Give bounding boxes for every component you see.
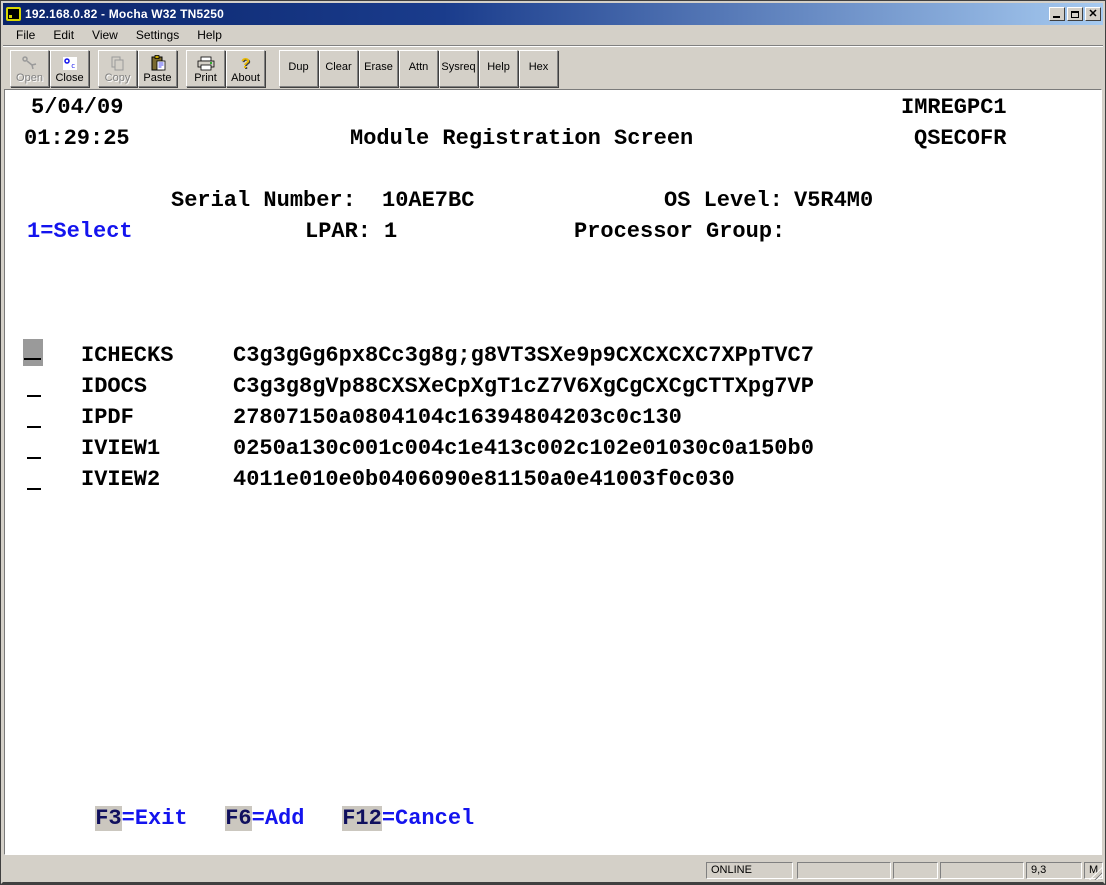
window-title: 192.168.0.82 - Mocha W32 TN5250 [25,7,1045,21]
print-icon [197,55,215,72]
option-field-underscore [24,358,41,360]
toolbar: Open c Close Copy Paste [3,47,1103,89]
option-field[interactable] [27,426,41,428]
os-level-value: V5R4M0 [794,185,873,216]
screen-title: Module Registration Screen [350,123,693,154]
paste-button[interactable]: Paste [138,50,177,87]
help-button[interactable]: Help [479,50,518,87]
option-field[interactable] [27,457,41,459]
program-name: IMREGPC1 [901,92,1007,123]
option-legend: 1=Select [27,216,133,247]
status-cursor-position: 9,3 [1026,862,1082,879]
attn-button[interactable]: Attn [399,50,438,87]
copy-icon [110,55,126,72]
clear-button[interactable]: Clear [319,50,358,87]
status-bar: ONLINE 9,3 M [3,861,1103,881]
about-icon: ? [241,55,250,72]
hex-button[interactable]: Hex [519,50,558,87]
minimize-icon [1053,16,1060,18]
maximize-icon [1071,11,1079,18]
module-registration-key: 27807150a0804104c16394804203c0c130 [233,402,682,433]
lpar-value: 1 [384,216,397,247]
terminal-screen[interactable]: 5/04/09 IMREGPC1 01:29:25 Module Registr… [4,89,1102,855]
menu-bar: File Edit View Settings Help [3,25,1103,45]
processor-group-label: Processor Group: [574,216,785,247]
module-name: IDOCS [81,371,147,402]
menu-view[interactable]: View [84,26,126,45]
copy-button: Copy [98,50,137,87]
close-icon: ✕ [1088,9,1097,19]
module-registration-key: 0250a130c001c004c1e413c002c102e01030c0a1… [233,433,814,464]
app-icon [6,7,21,21]
dup-button[interactable]: Dup [279,50,318,87]
serial-number-label: Serial Number: [171,185,356,216]
close-button[interactable]: ✕ [1085,7,1101,21]
os-level-label: OS Level: [664,185,783,216]
svg-text:c: c [71,62,75,70]
minimize-button[interactable] [1049,7,1065,21]
title-bar[interactable]: 192.168.0.82 - Mocha W32 TN5250 ✕ [3,3,1103,25]
maximize-button[interactable] [1067,7,1083,21]
module-name: IPDF [81,402,134,433]
menu-help[interactable]: Help [189,26,230,45]
module-registration-key: C3g3g8gVp88CXSXeCpXgT1cZ7V6XgCgCXCgCTTXp… [233,371,814,402]
paste-icon [150,55,166,72]
erase-button[interactable]: Erase [359,50,398,87]
option-field[interactable] [27,488,41,490]
module-registration-key: 4011e010e0b0406090e81150a0e41003f0c030 [233,464,735,495]
open-icon [21,55,39,72]
sysreq-button[interactable]: Sysreq [439,50,478,87]
status-connection: ONLINE [706,862,793,879]
module-name: ICHECKS [81,340,173,371]
menu-settings[interactable]: Settings [128,26,187,45]
serial-number-value: 10AE7BC [382,185,474,216]
module-registration-key: C3g3gGg6px8Cc3g8g;g8VT3SXe9p9CXCXCXC7XPp… [233,340,814,371]
open-button: Open [10,50,49,87]
close-session-icon: c [62,55,78,72]
fkey-f12-action: =Cancel [382,806,474,831]
status-panel-empty-1 [797,862,891,879]
module-name: IVIEW2 [81,464,160,495]
menu-file[interactable]: File [8,26,43,45]
system-time: 01:29:25 [24,123,130,154]
status-panel-empty-3 [940,862,1024,879]
about-button[interactable]: ? About [226,50,265,87]
lpar-label: LPAR: [305,216,371,247]
fkey-f3: F3 [95,806,121,831]
close-session-button[interactable]: c Close [50,50,89,87]
module-name: IVIEW1 [81,433,160,464]
print-button[interactable]: Print [186,50,225,87]
option-field[interactable] [27,395,41,397]
menu-edit[interactable]: Edit [45,26,82,45]
fkey-f6: F6 [225,806,251,831]
app-window: 192.168.0.82 - Mocha W32 TN5250 ✕ File E… [0,0,1106,885]
fkey-f12: F12 [342,806,382,831]
system-date: 5/04/09 [31,92,123,123]
status-panel-empty-2 [893,862,938,879]
cursor-block[interactable] [23,339,43,366]
user-profile: QSECOFR [914,123,1006,154]
